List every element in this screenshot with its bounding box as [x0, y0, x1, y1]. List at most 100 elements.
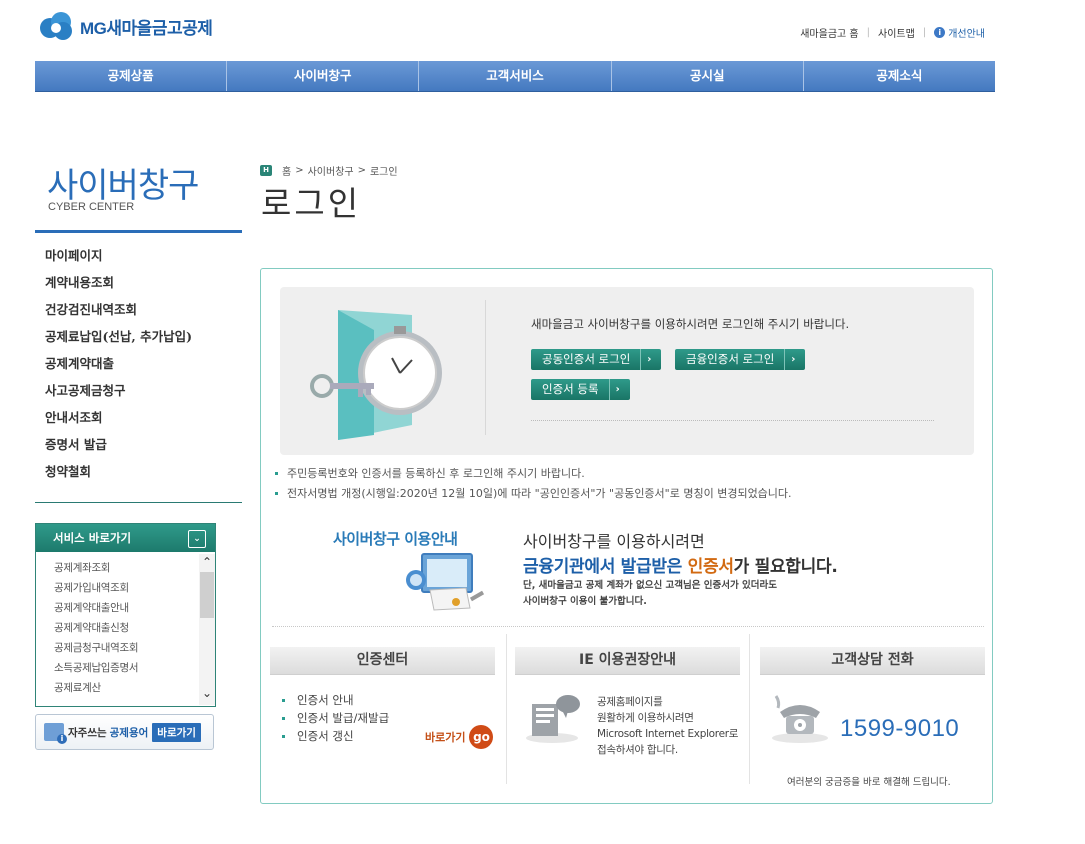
- list-item[interactable]: 소득공제납입증명서: [54, 661, 215, 681]
- improvement-link[interactable]: i 개선안내: [934, 25, 985, 40]
- go-icon: go: [469, 725, 494, 749]
- sidebar-divider: [35, 230, 242, 233]
- list-item[interactable]: 인증서 발급/재발급: [282, 710, 389, 728]
- sidebar-item-health[interactable]: 건강검진내역조회: [45, 301, 192, 328]
- book-icon: [44, 723, 67, 744]
- cert-center-goto-button[interactable]: 바로가기 go: [425, 725, 494, 749]
- logo-text: MG새마을금고공제: [80, 18, 213, 38]
- cert-center-title: 인증센터: [270, 647, 495, 675]
- sidebar-item-certificate[interactable]: 증명서 발급: [45, 436, 192, 463]
- list-item[interactable]: 공제가입내역조회: [54, 581, 215, 601]
- cert-center-list: 인증서 안내 인증서 발급/재발급 인증서 갱신: [282, 692, 389, 746]
- breadcrumb: H 홈 > 사이버창구 > 로그인: [260, 163, 398, 178]
- login-notes: 주민등록번호와 인증서를 등록하신 후 로그인해 주시기 바랍니다. 전자서명법…: [274, 466, 792, 506]
- login-panel-divider: [485, 300, 486, 435]
- clock-key-illustration-icon: [310, 310, 442, 440]
- mg-home-link[interactable]: 새마을금고 홈: [800, 25, 858, 40]
- guide-notice-line: 사이버창구 이용이 불가합니다.: [523, 596, 647, 607]
- breadcrumb-current: 로그인: [369, 167, 398, 178]
- list-item[interactable]: 인증서 갱신: [282, 728, 389, 746]
- column-divider: [749, 634, 750, 784]
- cert-register-button[interactable]: 인증서 등록 ›: [531, 379, 630, 400]
- ie-guide-text: 공제홈페이지를 원활하게 이용하시려면 Microsoft Internet E…: [597, 694, 738, 758]
- list-item[interactable]: 공제계약대출신청: [54, 621, 215, 641]
- telephone-icon: [772, 695, 828, 743]
- separator: |: [866, 27, 870, 38]
- guide-title: 사이버창구 이용안내: [333, 530, 458, 548]
- login-dotted-line: [531, 420, 934, 421]
- gnb-disclosure[interactable]: 공시실: [612, 61, 804, 91]
- sitemap-link[interactable]: 사이트맵: [878, 25, 915, 40]
- section-dotted-divider: [272, 626, 984, 627]
- info-icon: i: [934, 27, 946, 38]
- gnb-news[interactable]: 공제소식: [804, 61, 995, 91]
- gnb-customer-service[interactable]: 고객서비스: [419, 61, 612, 91]
- login-message: 새마을금고 사이버창구를 이용하시려면 로그인해 주시기 바랍니다.: [531, 317, 850, 331]
- sidebar-menu: 마이페이지 계약내용조회 건강검진내역조회 공제료납입(선납, 추가납입) 공제…: [45, 247, 192, 490]
- list-item[interactable]: 공제료계산: [54, 681, 215, 701]
- chevron-right-icon: ›: [608, 379, 620, 400]
- glossary-term: 공제용어: [109, 726, 149, 739]
- gnb-products[interactable]: 공제상품: [35, 61, 228, 91]
- cloud-logo-icon: [40, 12, 72, 40]
- financial-cert-login-label: 금융인증서 로그인: [686, 352, 775, 366]
- service-shortcut-box: 서비스 바로가기 ⌄ 공제계좌조회 공제가입내역조회 공제계약대출안내 공제계약…: [35, 523, 216, 707]
- home-icon[interactable]: H: [260, 165, 272, 176]
- sidebar-title: 사이버창구: [47, 167, 199, 205]
- cert-register-label: 인증서 등록: [542, 382, 599, 396]
- scroll-down-icon[interactable]: ⌄: [199, 685, 215, 701]
- guide-line2: 금융기관에서 발급받은 인증서가 필요합니다.: [523, 552, 838, 577]
- ie-guide-title: IE 이용권장안내: [515, 647, 740, 675]
- ie-line: 원활하게 이용하시려면: [597, 712, 694, 724]
- contact-phone-number: 1599-9010: [840, 715, 960, 742]
- sidebar-bottom-line: [35, 502, 242, 503]
- chevron-right-icon: ›: [784, 349, 795, 370]
- financial-cert-login-button[interactable]: 금융인증서 로그인 ›: [675, 349, 806, 370]
- ie-line: 공제홈페이지를: [597, 696, 663, 708]
- list-item[interactable]: 공제금청구내역조회: [54, 641, 215, 661]
- improvement-label: 개선안내: [948, 29, 985, 40]
- computer-certificate-icon: [406, 553, 485, 611]
- utility-links: 새마을금고 홈 | 사이트맵 | i 개선안내: [800, 25, 985, 40]
- glossary-button[interactable]: 자주쓰는 공제용어 바로가기: [35, 714, 214, 750]
- breadcrumb-home[interactable]: 홈: [282, 163, 291, 178]
- gnb-cyber-center[interactable]: 사이버창구: [227, 61, 420, 91]
- service-shortcut-header[interactable]: 서비스 바로가기 ⌄: [36, 524, 215, 552]
- ie-line: Microsoft Internet Explorer로: [597, 728, 739, 740]
- service-shortcut-list: 공제계좌조회 공제가입내역조회 공제계약대출안내 공제계약대출신청 공제금청구내…: [36, 552, 215, 701]
- list-item[interactable]: 공제계좌조회: [54, 561, 215, 581]
- contact-note: 여러분의 궁금증을 바로 해결해 드립니다.: [787, 777, 951, 788]
- sidebar-item-withdraw[interactable]: 청약철회: [45, 463, 192, 490]
- joint-cert-login-button[interactable]: 공동인증서 로그인 ›: [531, 349, 662, 370]
- sidebar-item-contract[interactable]: 계약내용조회: [45, 274, 192, 301]
- column-divider: [506, 634, 507, 784]
- note-item: 주민등록번호와 인증서를 등록하신 후 로그인해 주시기 바랍니다.: [274, 466, 792, 486]
- scrollbar[interactable]: ⌃ ⌄: [199, 554, 215, 705]
- guide-line1: 사이버창구를 이용하시려면: [523, 532, 705, 551]
- sidebar-item-mypage[interactable]: 마이페이지: [45, 247, 192, 274]
- sidebar-item-notice[interactable]: 안내서조회: [45, 409, 192, 436]
- sidebar-subtitle: CYBER CENTER: [48, 201, 135, 213]
- ie-line: 접속하셔야 합니다.: [597, 744, 678, 756]
- glossary-prefix: 자주쓰는: [68, 726, 107, 739]
- sidebar-item-loan[interactable]: 공제계약대출: [45, 355, 192, 382]
- chevron-down-icon[interactable]: ⌄: [188, 530, 206, 548]
- guide-line2-blue: 금융기관에서 발급받은: [523, 557, 688, 577]
- breadcrumb-sep: >: [295, 165, 304, 176]
- logo[interactable]: MG새마을금고공제: [36, 9, 213, 43]
- scroll-up-icon[interactable]: ⌃: [199, 554, 215, 570]
- list-item[interactable]: 인증서 안내: [282, 692, 389, 710]
- page-title: 로그인: [261, 184, 362, 223]
- list-item[interactable]: 공제계약대출안내: [54, 601, 215, 621]
- breadcrumb-cyber[interactable]: 사이버창구: [308, 163, 354, 178]
- sidebar-item-claim[interactable]: 사고공제금청구: [45, 382, 192, 409]
- sidebar-item-payment[interactable]: 공제료납입(선납, 추가납입): [45, 328, 192, 355]
- global-nav: 공제상품 사이버창구 고객서비스 공시실 공제소식: [35, 61, 995, 92]
- contact-title: 고객상담 전화: [760, 647, 985, 675]
- guide-notice-line: 단, 새마을금고 공제 계좌가 없으신 고객님은 인증서가 있더라도: [523, 580, 778, 591]
- document-speech-icon: [526, 695, 580, 743]
- breadcrumb-sep: >: [357, 165, 366, 176]
- glossary-go-label: 바로가기: [152, 722, 201, 742]
- separator: |: [922, 27, 927, 38]
- scroll-thumb[interactable]: [200, 572, 214, 618]
